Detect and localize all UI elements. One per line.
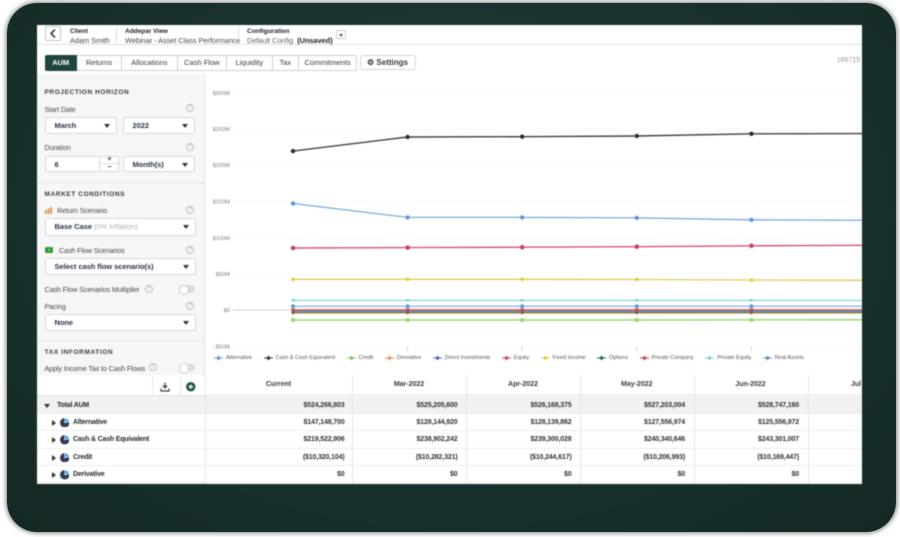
svg-text:-$50M: -$50M — [214, 345, 230, 351]
svg-text:$300M: $300M — [213, 91, 231, 97]
svg-text:$0: $0 — [224, 308, 230, 314]
svg-text:$50M: $50M — [216, 272, 230, 278]
svg-text:$100M: $100M — [213, 236, 231, 242]
svg-text:$200M: $200M — [213, 163, 231, 169]
svg-text:$250M: $250M — [213, 127, 231, 133]
svg-text:$150M: $150M — [213, 200, 231, 206]
